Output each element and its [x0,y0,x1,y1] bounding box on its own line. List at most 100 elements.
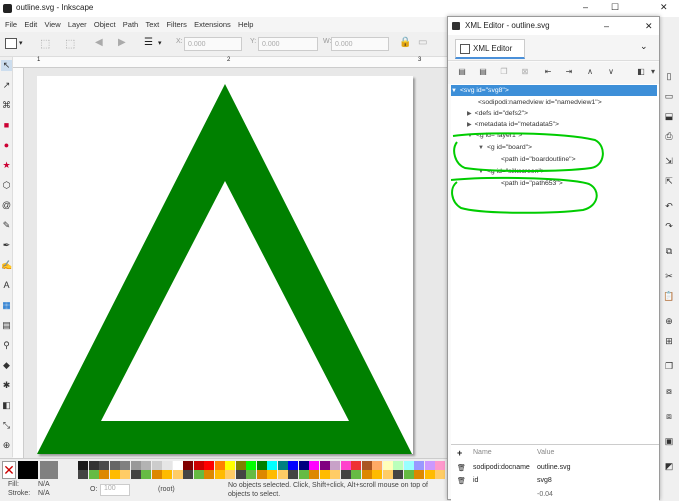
palette-swatch[interactable] [361,470,372,479]
print-icon[interactable]: ⎙ [663,130,675,142]
no-paint-icon[interactable]: ✕ [2,461,16,479]
palette-swatch[interactable] [193,461,204,470]
palette-swatch[interactable] [151,470,162,479]
palette-swatch[interactable] [109,461,120,470]
palette-swatch[interactable] [277,470,288,479]
palette-swatch[interactable] [78,461,88,470]
menu-object[interactable]: Object [94,17,116,32]
menu-help[interactable]: Help [238,17,253,32]
x-field[interactable]: 0.000 [184,37,242,51]
palette-swatch[interactable] [330,461,340,470]
palette-swatch[interactable] [193,470,204,479]
close-button[interactable]: ✕ [660,2,668,13]
tab-xml-editor[interactable]: XML Editor [455,39,525,59]
palette-swatch[interactable] [393,470,403,479]
palette-swatch[interactable] [372,461,382,470]
palette-swatch[interactable] [288,461,298,470]
text-tool-icon[interactable]: A [1,280,12,291]
palette-swatch[interactable] [340,470,351,479]
opacity-field[interactable]: 100 [100,484,130,496]
mesh-tool-icon[interactable]: ▤ [1,320,12,331]
palette-swatch[interactable] [414,470,424,479]
selector-tool-icon[interactable]: ↖ [1,60,12,71]
palette-swatch[interactable] [225,461,235,470]
palette-swatch[interactable] [382,470,393,479]
paste-icon[interactable]: 📋 [663,290,675,302]
current-layer[interactable]: (root) [158,486,175,493]
palette-swatch[interactable] [351,461,361,470]
palette-swatch[interactable] [151,461,162,470]
menu-extensions[interactable]: Extensions [194,17,231,32]
palette-swatch[interactable] [214,470,225,479]
palette-swatch[interactable] [120,470,130,479]
palette-swatches[interactable] [78,461,448,479]
ellipse-tool-icon[interactable]: ● [1,140,12,151]
palette-swatch[interactable] [382,461,393,470]
palette-swatch[interactable] [330,470,340,479]
palette-swatch[interactable] [88,470,99,479]
xml-close-button[interactable]: ✕ [645,17,653,35]
menu-file[interactable]: File [5,17,17,32]
palette-swatch[interactable] [99,461,109,470]
w-field[interactable]: 0.000 [331,37,389,51]
vertical-ruler[interactable] [13,68,24,458]
import-icon[interactable]: ⇲ [663,155,675,167]
palette-swatch[interactable] [183,461,193,470]
layout-dropdown-icon[interactable]: ▾ [647,67,659,77]
menu-edit[interactable]: Edit [24,17,37,32]
spray-tool-icon[interactable]: ✱ [1,380,12,391]
attribute-value[interactable]: outline.svg [537,464,570,471]
palette-swatch[interactable] [319,470,330,479]
palette-swatch[interactable] [319,461,330,470]
stroke-value[interactable]: N/A [38,490,50,497]
palette-swatch[interactable] [141,461,151,470]
palette-swatch[interactable] [340,461,351,470]
align-icon[interactable]: ☰ [144,37,153,48]
swatch-black[interactable] [18,461,38,479]
menu-filters[interactable]: Filters [166,17,186,32]
palette-swatch[interactable] [172,470,183,479]
drawing-canvas[interactable] [24,68,448,458]
new-text-node-icon[interactable]: ▤ [477,67,489,77]
undo-icon[interactable]: ↶ [663,200,675,212]
rotate-cw-icon[interactable]: ▶ [118,37,126,48]
chevron-down-icon[interactable]: ⌄ [640,41,648,52]
delete-attribute-icon[interactable]: 🗑 [457,464,466,472]
unlink-clone-icon[interactable]: ⧈ [663,410,675,422]
delete-node-icon[interactable]: ⊠ [519,67,531,77]
palette-swatch[interactable] [414,461,424,470]
attribute-name[interactable]: sodipodi:docname [473,464,530,471]
palette-swatch[interactable] [424,470,435,479]
palette-swatch[interactable] [298,470,309,479]
add-attribute-button[interactable]: + [457,448,462,458]
delete-attribute-icon[interactable]: 🗑 [457,477,466,485]
attribute-name[interactable]: id [473,477,478,484]
palette-swatch[interactable] [309,470,319,479]
raise-node-icon[interactable]: ∧ [584,67,596,77]
select-all-icon[interactable] [5,38,17,49]
lower-node-icon[interactable]: ∨ [605,67,617,77]
zoom-tool-icon[interactable]: ⊕ [1,440,12,451]
palette-swatch[interactable] [435,461,445,470]
zoom-drawing-icon[interactable]: ⊞ [663,335,675,347]
spiral-tool-icon[interactable]: @ [1,200,12,211]
calligraphy-tool-icon[interactable]: ✍ [1,260,12,271]
tweak-tool-icon[interactable]: ⌘ [1,100,12,111]
attribute-value[interactable]: svg8 [537,477,552,484]
3d-box-tool-icon[interactable]: ⬡ [1,180,12,191]
palette-swatch[interactable] [235,470,246,479]
deselect-icon[interactable]: ⬚ [65,37,75,50]
maximize-button[interactable]: ☐ [611,2,619,13]
fill-value[interactable]: N/A [38,481,50,488]
palette-swatch[interactable] [162,470,172,479]
palette-swatch[interactable] [361,461,372,470]
pen-tool-icon[interactable]: ✒ [1,240,12,251]
pencil-tool-icon[interactable]: ✎ [1,220,12,231]
palette-swatch[interactable] [403,461,414,470]
menu-text[interactable]: Text [145,17,159,32]
xml-minimize-button[interactable]: – [604,17,609,35]
chevron-down-icon[interactable]: ▾ [19,39,23,47]
indent-node-icon[interactable]: ⇥ [563,67,575,77]
export-icon[interactable]: ⇱ [663,175,675,187]
palette-swatch[interactable] [424,461,435,470]
